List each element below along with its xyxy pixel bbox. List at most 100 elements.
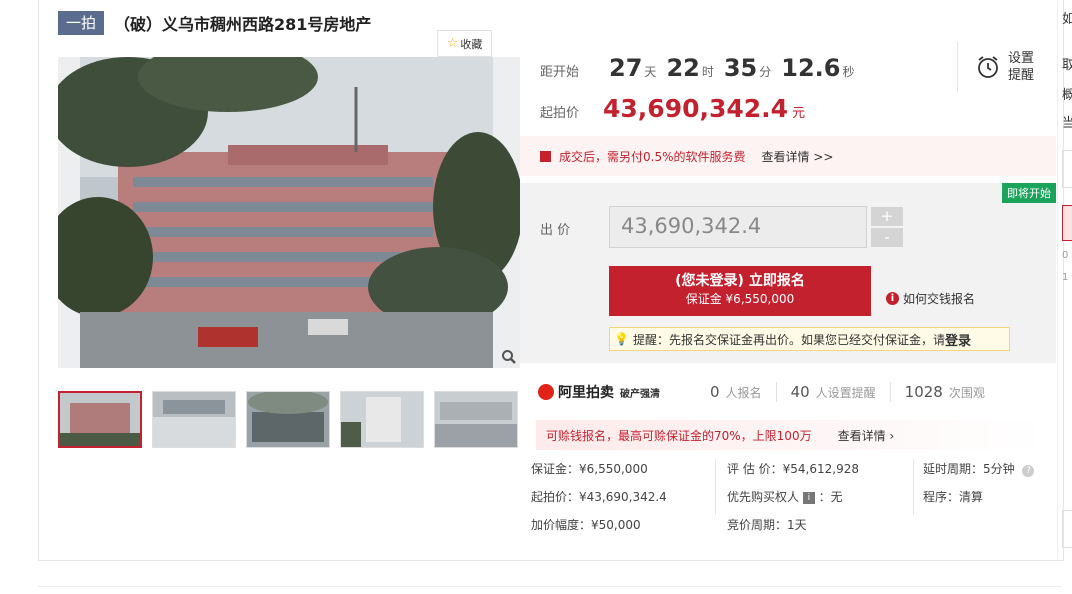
priority-buyer-value: ：无 xyxy=(818,490,843,504)
thumbnail-5[interactable] xyxy=(434,391,518,448)
countdown-hours: 22 xyxy=(666,54,700,82)
thumbnail-strip xyxy=(58,391,528,448)
lightbulb-icon: 💡 xyxy=(614,332,629,346)
countdown-minutes-unit: 分 xyxy=(759,65,772,79)
auction-round-tag: 一拍 xyxy=(58,11,105,35)
divider xyxy=(775,382,777,402)
increase-bid-button[interactable]: + xyxy=(871,207,903,226)
stat-reminders: 40 人设置提醒 xyxy=(791,383,876,401)
countdown-seconds-unit: 秒 xyxy=(842,65,855,79)
ali-auction-logo: 阿里拍卖 破产强清 xyxy=(538,382,660,402)
reminder-label: 设置 提醒 xyxy=(1008,50,1034,84)
platform-name: 阿里拍卖 xyxy=(558,385,614,401)
bid-area: 即将开始 出 价 43,690,342.4 + - (您未登录) 立即报名 保证… xyxy=(520,183,1056,363)
details-col-2: 评 估 价：¥54,612,928 优先购买权人 i ：无 竞价周期：1天 xyxy=(727,461,859,545)
thumbnail-2[interactable] xyxy=(152,391,236,448)
sidebar-box xyxy=(1062,510,1072,548)
thumbnail-image xyxy=(153,392,235,447)
star-icon: ☆ xyxy=(446,36,459,51)
thumbnail-image xyxy=(247,392,329,447)
countdown-minutes: 35 xyxy=(723,54,758,82)
reminder-label-line1: 设置 xyxy=(1008,51,1035,66)
credit-notice-text: 可赊钱报名，最高可赊保证金的70%，上限100万 xyxy=(546,428,812,443)
start-price-row: 起拍价 43,690,342.4 元 xyxy=(540,94,805,123)
appraisal-info: 评 估 价：¥54,612,928 xyxy=(727,462,859,476)
priority-buyer-label: 优先购买权人 xyxy=(727,490,800,504)
decrease-bid-button[interactable]: - xyxy=(871,228,903,247)
gift-icon xyxy=(540,150,551,162)
start-price-label: 起拍价 xyxy=(540,106,580,121)
stat-views: 1028 次围观 xyxy=(905,383,985,401)
platform-stats-row: 阿里拍卖 破产强清 0 人报名 40 人设置提醒 1028 次围观 xyxy=(538,377,1050,407)
delay-period-info: 延时周期：5分钟 ? xyxy=(923,461,1035,489)
stat-num: 40 xyxy=(790,383,810,401)
platform-sub: 破产强清 xyxy=(620,388,660,400)
countdown-hours-unit: 时 xyxy=(701,65,714,79)
countdown: 距开始 27 天 22 时 35 分 12.6 秒 xyxy=(540,54,855,82)
favorite-button[interactable]: ☆ 收藏 xyxy=(437,30,492,57)
thumbnail-4[interactable] xyxy=(340,391,424,448)
stat-label: 人报名 xyxy=(725,386,762,400)
credit-detail-link[interactable]: 查看详情 › xyxy=(838,427,895,444)
details-col-3: 延时周期：5分钟 ? 程序：清算 xyxy=(923,461,1035,517)
start-price-unit: 元 xyxy=(792,106,806,121)
countdown-days-unit: 天 xyxy=(644,65,657,79)
zoom-button[interactable] xyxy=(498,346,520,368)
register-now-button[interactable]: (您未登录) 立即报名 保证金 ¥6,550,000 xyxy=(609,266,871,316)
magnifier-icon xyxy=(502,350,516,364)
building-photo xyxy=(58,57,520,368)
page-title: （破）义乌市稠州西路281号房地产 xyxy=(114,15,372,34)
start-price-value: 43,690,342.4 xyxy=(603,94,789,123)
set-reminder-button[interactable]: 设置 提醒 xyxy=(957,42,1057,92)
sidebar-char: 如 xyxy=(1062,12,1072,27)
thumbnail-image xyxy=(341,392,423,447)
start-price-info: 起拍价：¥43,690,342.4 xyxy=(531,490,667,504)
how-to-pay-label: 如何交钱报名 xyxy=(903,292,976,306)
sidebar-char: 当 xyxy=(1062,116,1072,131)
status-badge: 即将开始 xyxy=(1002,183,1056,203)
thumbnail-1[interactable] xyxy=(58,391,142,448)
bid-stepper: + - xyxy=(871,207,903,249)
thumbnail-3[interactable] xyxy=(246,391,330,448)
divider xyxy=(889,382,891,402)
bid-label: 出 价 xyxy=(540,223,571,238)
priority-buyer-info-icon: i xyxy=(802,491,815,504)
deposit-info: 保证金：¥6,550,000 xyxy=(531,462,648,476)
bid-amount-input[interactable]: 43,690,342.4 xyxy=(609,206,867,248)
question-icon[interactable]: ? xyxy=(1022,465,1035,477)
stat-signups: 0 人报名 xyxy=(710,383,762,401)
countdown-seconds: 12.6 xyxy=(781,54,841,82)
fee-notice-text: 成交后，需另付0.5%的软件服务费 xyxy=(559,149,746,164)
divider xyxy=(715,459,716,515)
stat-num: 0 xyxy=(710,383,720,401)
favorite-label: 收藏 xyxy=(460,37,483,51)
priority-buyer-info: 优先购买权人 i ：无 xyxy=(727,489,859,517)
how-to-pay-link[interactable]: i 如何交钱报名 xyxy=(886,290,975,307)
right-sidebar-edge: 如 取 概 当 0 1 xyxy=(1057,0,1072,560)
tip-text: 提醒：先报名交保证金再出价。如果您已经交付保证金，请 xyxy=(632,332,945,347)
sidebar-char: 0 xyxy=(1062,250,1069,261)
fee-detail-link[interactable]: 查看详情 >> xyxy=(762,148,834,165)
login-tip: 💡 提醒：先报名交保证金再出价。如果您已经交付保证金，请 登录 xyxy=(609,327,1010,351)
reminder-label-line2: 提醒 xyxy=(1008,68,1035,83)
increment-info: 加价幅度：¥50,000 xyxy=(531,518,641,532)
register-button-label: (您未登录) 立即报名 xyxy=(675,273,805,289)
details-col-1: 保证金：¥6,550,000 起拍价：¥43,690,342.4 加价幅度：¥5… xyxy=(531,461,667,545)
countdown-days: 27 xyxy=(609,54,643,82)
sidebar-char: 取 xyxy=(1062,58,1072,73)
alarm-clock-icon xyxy=(978,56,998,78)
service-fee-notice: 成交后，需另付0.5%的软件服务费 查看详情 >> xyxy=(520,136,1056,176)
sidebar-char: 1 xyxy=(1062,272,1069,283)
divider xyxy=(913,459,914,515)
sidebar-button[interactable] xyxy=(1062,205,1072,241)
ali-logo-icon xyxy=(538,384,554,400)
divider xyxy=(38,586,1062,587)
procedure-info: 程序：清算 xyxy=(923,490,984,504)
sidebar-char: 概 xyxy=(1062,88,1072,103)
main-photo[interactable] xyxy=(58,57,520,368)
sidebar-box xyxy=(1062,150,1072,188)
login-link[interactable]: 登录 xyxy=(945,330,971,349)
thumbnail-image xyxy=(60,393,140,446)
thumbnail-image xyxy=(435,392,517,447)
bid-cycle-info: 竞价周期：1天 xyxy=(727,518,807,532)
